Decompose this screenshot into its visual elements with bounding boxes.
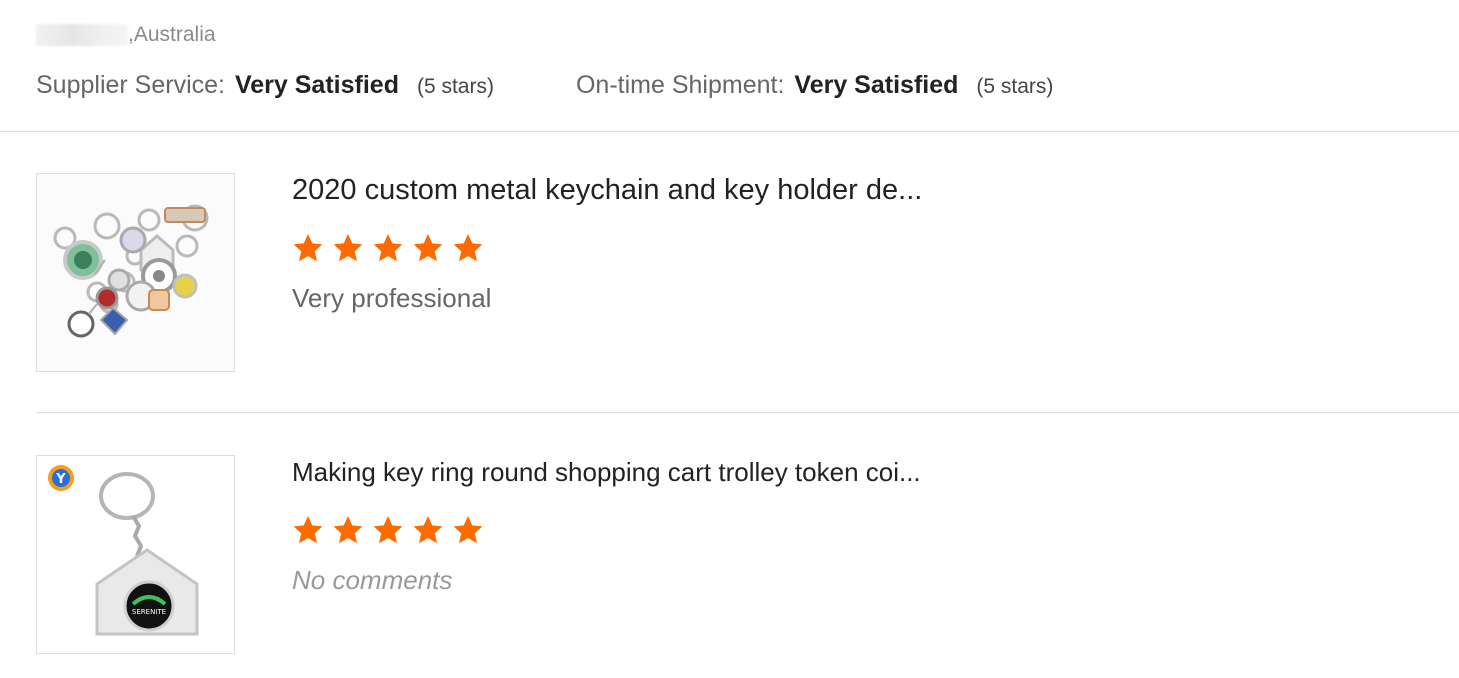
location-text: ,Australia bbox=[128, 23, 216, 46]
star-icon bbox=[412, 231, 452, 265]
star-icon bbox=[412, 513, 452, 547]
star-icon bbox=[332, 513, 372, 547]
review-divider bbox=[36, 412, 1459, 413]
review-comment: Very professional bbox=[292, 283, 492, 313]
rating-value: Very Satisfied bbox=[234, 70, 399, 99]
review-comment: No comments bbox=[292, 565, 453, 595]
rating-value: Very Satisfied bbox=[794, 70, 959, 99]
redacted-name bbox=[36, 24, 128, 46]
rating-label: On-time Shipment: bbox=[575, 70, 785, 99]
star-icon bbox=[452, 513, 492, 547]
rating-stars-text: (5 stars) bbox=[416, 74, 494, 98]
rating-stars-text: (5 stars) bbox=[976, 74, 1054, 98]
token-logo-text: SERENITE bbox=[132, 608, 166, 616]
star-icon bbox=[332, 231, 372, 265]
trolley-token-keyring-product-image[interactable]: Y SERENITE bbox=[36, 455, 235, 654]
star-icon bbox=[292, 231, 332, 265]
review-content: Making key ring round shopping cart trol… bbox=[292, 455, 1436, 595]
rating-label: Supplier Service: bbox=[36, 70, 225, 99]
star-icon bbox=[372, 231, 412, 265]
supplier-service-rating: Supplier Service: Very Satisfied (5 star… bbox=[36, 71, 494, 100]
review-item: 2020 custom metal keychain and key holde… bbox=[36, 173, 1436, 373]
reviewer-location: ,Australia bbox=[36, 22, 216, 48]
star-rating bbox=[292, 231, 1436, 265]
on-time-shipment-rating: On-time Shipment: Very Satisfied (5 star… bbox=[576, 71, 1053, 100]
svg-text:Y: Y bbox=[55, 472, 66, 487]
star-icon bbox=[372, 513, 412, 547]
star-rating bbox=[292, 513, 1436, 547]
keychains-product-image[interactable] bbox=[36, 173, 235, 372]
review-content: 2020 custom metal keychain and key holde… bbox=[292, 173, 1436, 313]
star-icon bbox=[452, 231, 492, 265]
section-divider bbox=[0, 131, 1459, 132]
star-icon bbox=[292, 513, 332, 547]
review-item: Y SERENITE Making key ring round shoppin… bbox=[36, 455, 1436, 655]
product-title-link[interactable]: 2020 custom metal keychain and key holde… bbox=[292, 173, 1436, 207]
product-title-link[interactable]: Making key ring round shopping cart trol… bbox=[292, 455, 1436, 489]
overall-ratings: Supplier Service: Very Satisfied (5 star… bbox=[36, 68, 1053, 102]
